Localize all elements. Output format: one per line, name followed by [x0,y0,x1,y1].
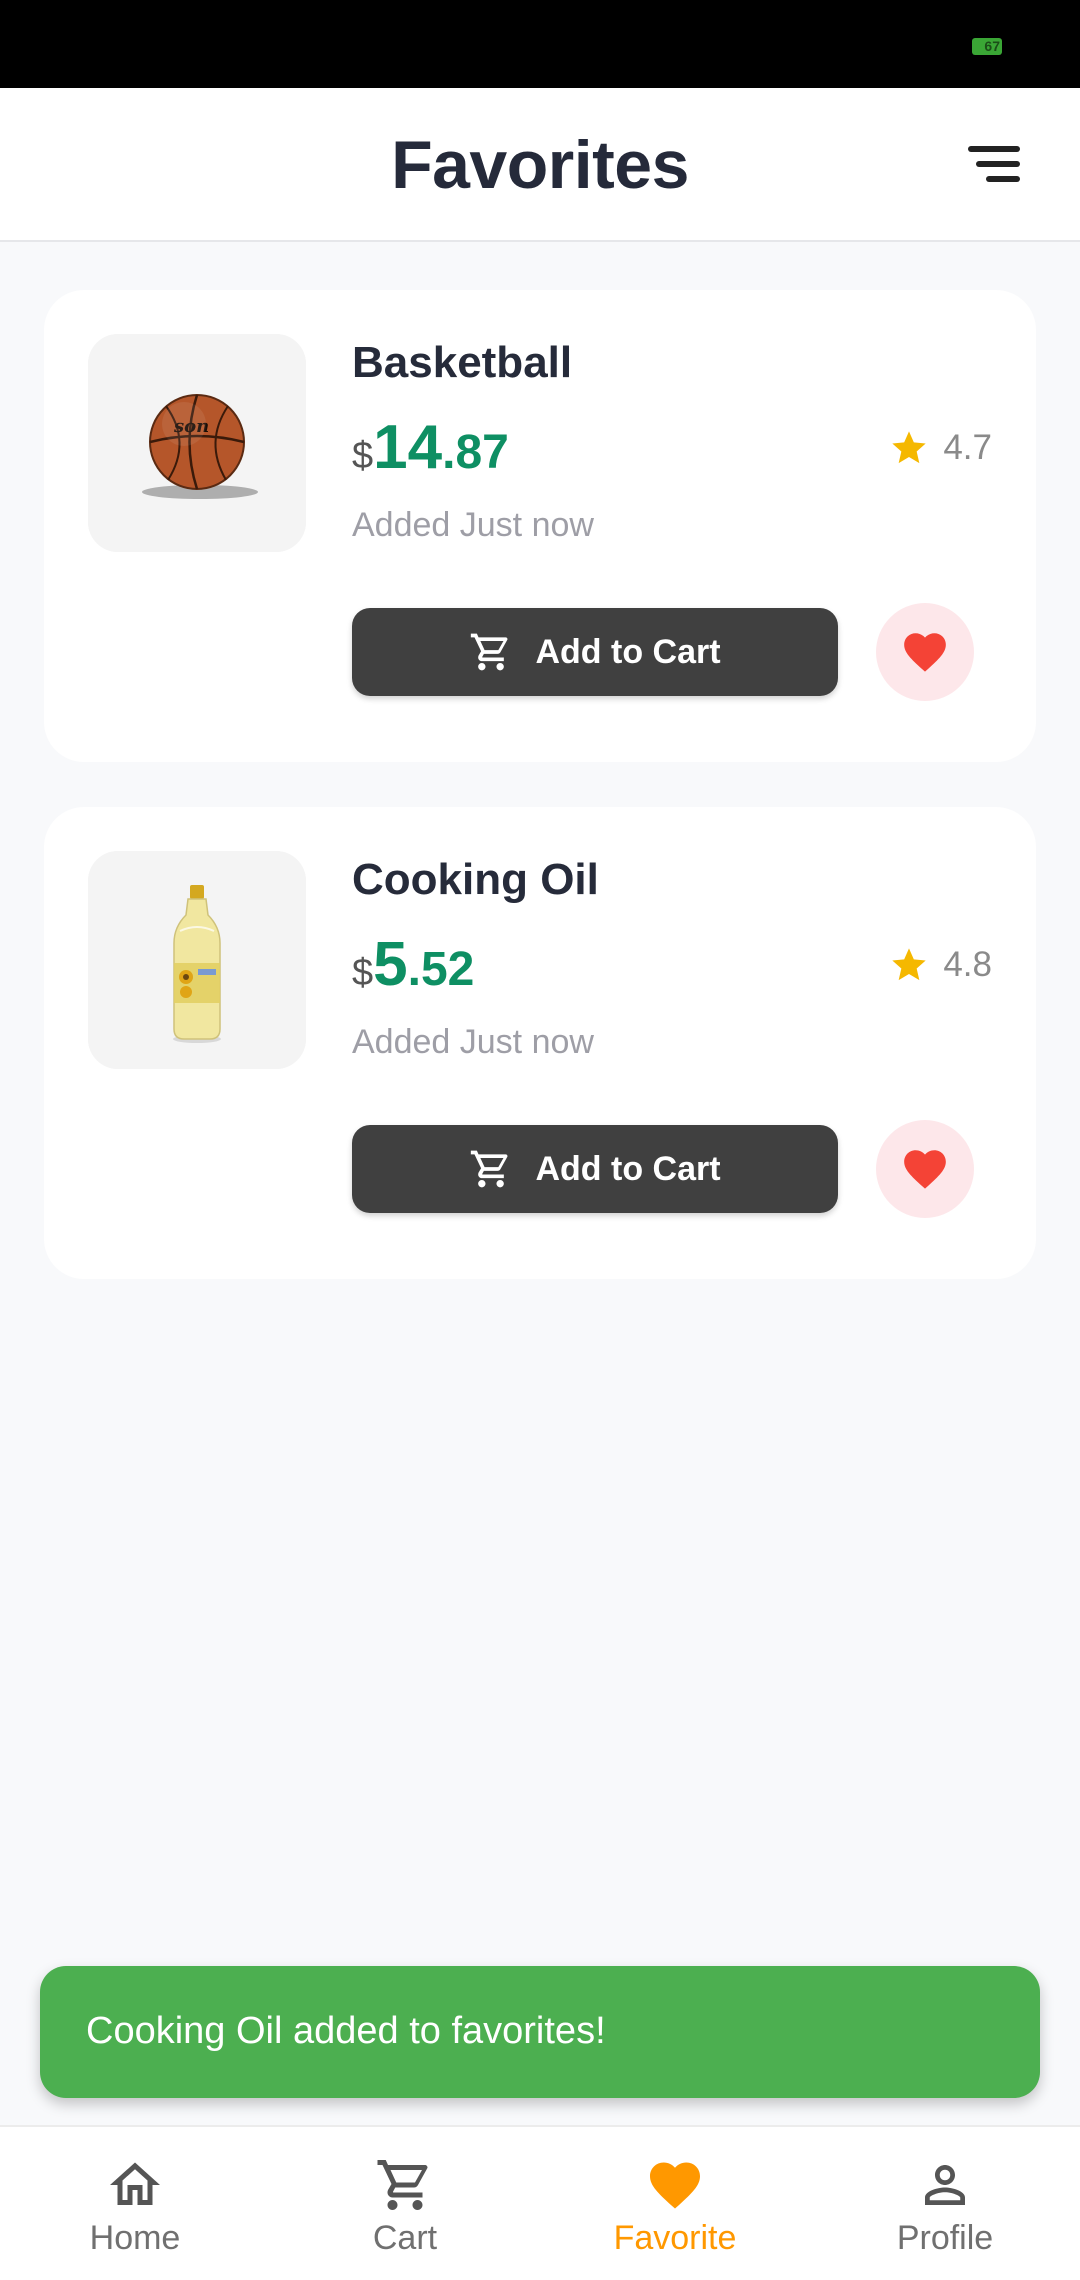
cart-icon [471,633,508,671]
rating: 4.8 [889,945,992,985]
price-fraction: .87 [442,426,509,479]
bottom-navigation: Home Cart Favorite Profile [0,2125,1080,2280]
add-to-cart-label: Add to Cart [535,1149,721,1188]
status-bar: 67 [0,0,1080,88]
nav-item-favorite[interactable]: Favorite [540,2127,810,2280]
battery-icon: 67 [972,38,1002,55]
nav-label: Cart [372,2219,438,2257]
nav-label: Favorite [613,2219,737,2257]
add-to-cart-button[interactable]: Add to Cart [352,1125,838,1213]
product-name: Basketball [352,338,573,387]
page-title: Favorites [391,127,689,203]
added-time: Added Just now [352,1023,594,1061]
rating-value: 4.7 [943,428,992,467]
nav-label: Profile [896,2219,994,2257]
remove-favorite-button[interactable] [876,1120,974,1218]
favorite-card[interactable]: son Basketball $14.87 4.7 Added Just now… [44,290,1036,762]
app-bar: Favorites [0,88,1080,242]
star-icon [892,431,927,464]
product-image-basketball: son [88,334,306,552]
product-image-cooking-oil [88,851,306,1069]
snackbar-message: Cooking Oil added to favorites! [86,2010,606,2052]
rating: 4.7 [889,428,992,468]
sort-menu-button[interactable] [968,146,1020,186]
price-currency: $ [352,952,374,994]
product-name: Cooking Oil [352,855,599,904]
price-whole: 5 [373,930,408,999]
price-fraction: .52 [407,943,475,996]
heart-icon [650,2162,700,2209]
star-icon [892,948,927,981]
price-whole: 14 [373,413,443,482]
person-icon [925,2165,965,2205]
heart-icon [904,633,946,672]
nav-item-profile[interactable]: Profile [810,2127,1080,2280]
nav-item-home[interactable]: Home [0,2127,270,2280]
product-price: $5.52 [352,929,474,1000]
cart-icon [377,2160,428,2210]
nav-item-cart[interactable]: Cart [270,2127,540,2280]
add-to-cart-label: Add to Cart [535,632,721,671]
product-price: $14.87 [352,412,509,483]
price-currency: $ [352,435,374,477]
favorite-card[interactable]: Cooking Oil $5.52 4.8 Added Just now Add… [44,807,1036,1279]
heart-icon [904,1150,946,1189]
nav-label: Home [89,2219,181,2257]
snackbar: Cooking Oil added to favorites! [40,1966,1040,2098]
rating-value: 4.8 [943,945,992,984]
home-icon [110,2162,160,2205]
cart-icon [471,1150,508,1188]
remove-favorite-button[interactable] [876,603,974,701]
add-to-cart-button[interactable]: Add to Cart [352,608,838,696]
added-time: Added Just now [352,506,594,544]
